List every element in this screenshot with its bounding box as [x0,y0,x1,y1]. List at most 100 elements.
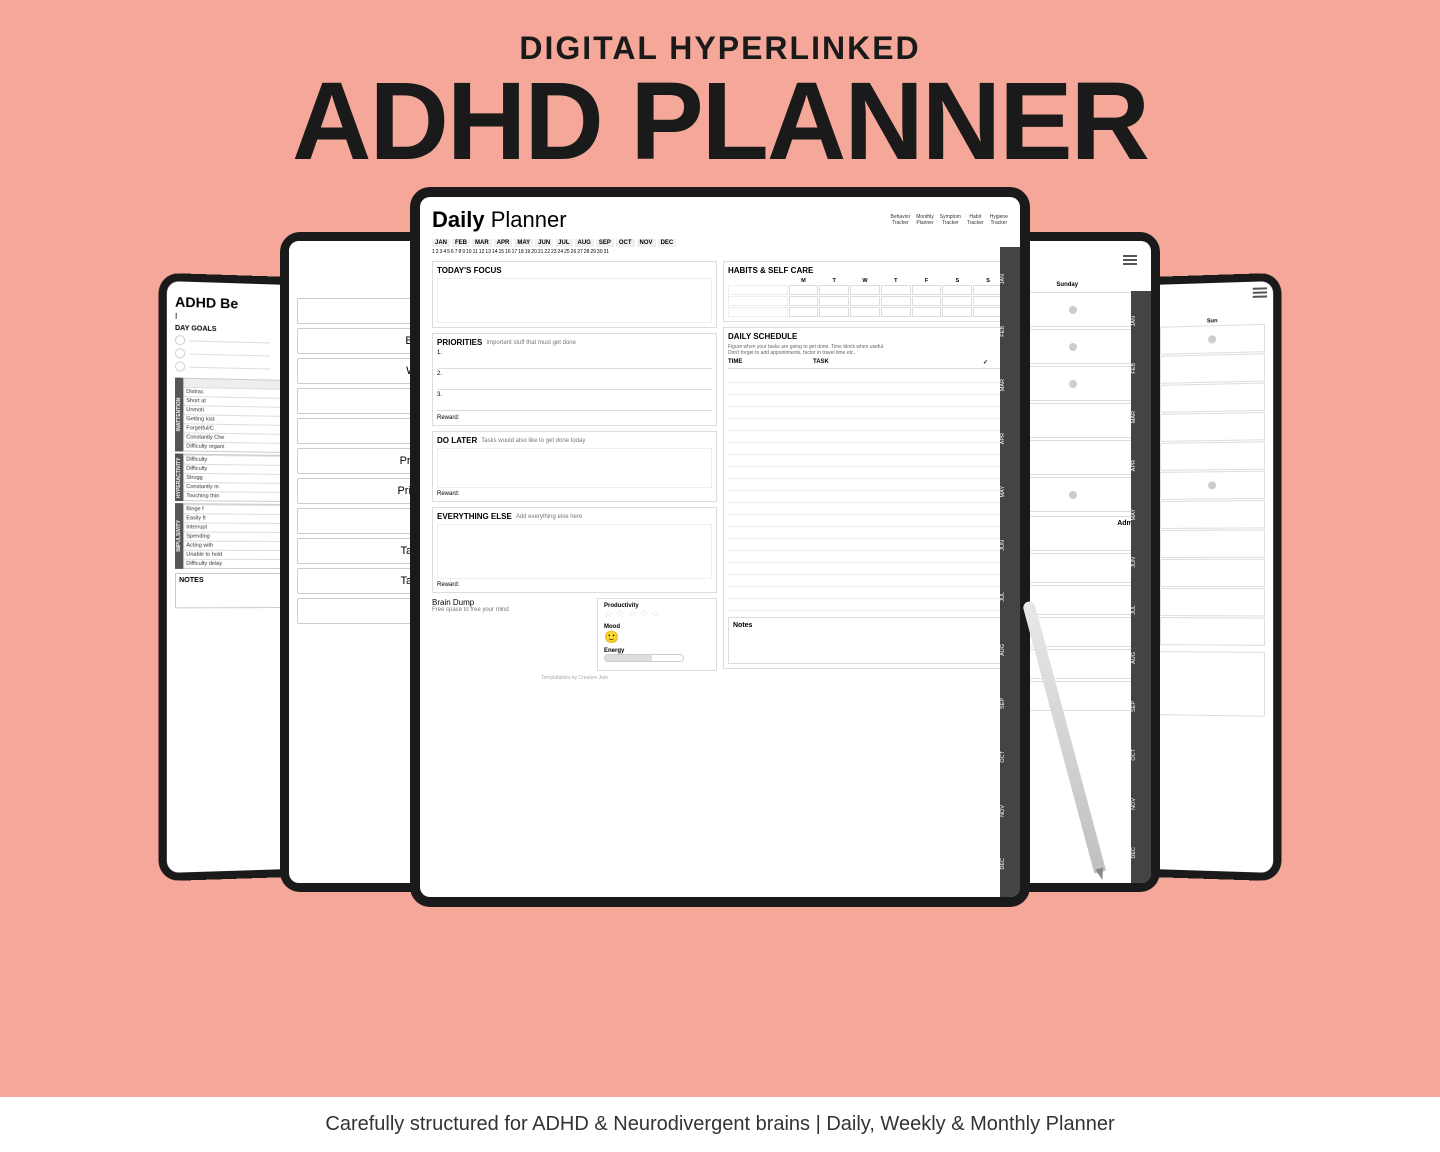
month-nov[interactable]: NOV [637,239,656,247]
r-nov-sun[interactable] [1160,588,1265,616]
sidebar-feb[interactable]: FEB [1000,324,1020,339]
date-25[interactable]: 25 [564,249,570,255]
date-11[interactable]: 11 [473,249,478,255]
schedule-row-17[interactable] [728,563,1003,575]
schedule-row-2[interactable] [728,383,1003,395]
nav-btn-symptom[interactable]: SymptomTracker [940,214,961,226]
do-later-box[interactable] [437,448,712,488]
habit-r2-w[interactable] [850,296,880,306]
priority-line-1[interactable] [437,357,712,369]
schedule-row-5[interactable] [728,419,1003,431]
month-apr[interactable]: APR [494,239,513,247]
month-feb[interactable]: FEB [452,239,470,247]
r-jun-sun[interactable] [1160,441,1265,471]
mrsidebar-apr[interactable]: APR [1131,458,1151,473]
date-19[interactable]: 19 [525,249,531,255]
schedule-row-13[interactable] [728,515,1003,527]
schedule-row-14[interactable] [728,527,1003,539]
sidebar-aug[interactable]: AUG [1000,642,1020,658]
schedule-row-18[interactable] [728,575,1003,587]
r-feb-sun[interactable] [1160,324,1265,355]
mood-icon[interactable]: 🙂 [604,630,710,644]
mrsidebar-oct[interactable]: OCT [1131,747,1151,763]
r-oct-sun[interactable] [1160,559,1265,587]
schedule-row-4[interactable] [728,407,1003,419]
schedule-row-10[interactable] [728,479,1003,491]
schedule-row-9[interactable] [728,467,1003,479]
date-29[interactable]: 29 [590,249,596,255]
date-15[interactable]: 15 [498,249,504,255]
schedule-row-8[interactable] [728,455,1003,467]
mrsidebar-jul[interactable]: JUL [1131,603,1151,617]
date-22[interactable]: 22 [544,249,550,255]
date-28[interactable]: 28 [584,249,590,255]
schedule-row-12[interactable] [728,503,1003,515]
date-21[interactable]: 21 [538,249,544,255]
sidebar-jan[interactable]: JAN [1000,272,1020,286]
mrsidebar-may[interactable]: MAY [1131,507,1151,523]
priority-line-3[interactable] [437,399,712,411]
date-9[interactable]: 9 [462,249,465,255]
mrsidebar-dec[interactable]: DEC [1131,845,1151,861]
nav-btn-habit[interactable]: HabitTracker [967,214,984,226]
habit-r2-s2[interactable] [973,296,1003,306]
date-3[interactable]: 3 [440,249,443,255]
habit-row-3-label[interactable] [728,307,788,317]
habit-r3-s[interactable] [942,307,972,317]
month-jun[interactable]: JUN [535,239,553,247]
date-7[interactable]: 7 [455,249,458,255]
date-24[interactable]: 24 [558,249,564,255]
date-26[interactable]: 26 [571,249,577,255]
sidebar-jul[interactable]: JUL [1000,590,1020,604]
r-dec-sun[interactable] [1160,617,1265,646]
nav-btn-monthly[interactable]: MonthlyPlanner [916,214,934,226]
schedule-row-6[interactable] [728,431,1003,443]
sidebar-jun[interactable]: JUN [1000,538,1020,553]
month-oct[interactable]: OCT [616,239,635,247]
date-30[interactable]: 30 [597,249,603,255]
date-31[interactable]: 31 [603,249,609,255]
r-jul-sun[interactable] [1160,471,1265,500]
habit-r1-t2[interactable] [881,285,911,295]
schedule-row-3[interactable] [728,395,1003,407]
mrsidebar-sep[interactable]: SEP [1131,699,1151,714]
schedule-row-11[interactable] [728,491,1003,503]
date-18[interactable]: 18 [518,249,524,255]
month-jul[interactable]: JUL [555,239,572,247]
month-jan[interactable]: JAN [432,239,450,247]
nav-btn-hygiene[interactable]: HygieneTracker [990,214,1008,226]
sidebar-sep[interactable]: SEP [1000,696,1020,711]
date-23[interactable]: 23 [551,249,557,255]
month-mar[interactable]: MAR [472,239,492,247]
mrsidebar-feb[interactable]: FEB [1131,361,1151,376]
habit-r2-t2[interactable] [881,296,911,306]
date-2[interactable]: 2 [436,249,439,255]
date-10[interactable]: 10 [466,249,472,255]
habit-r2-t[interactable] [819,296,849,306]
habit-r2-f[interactable] [912,296,942,306]
sidebar-nov[interactable]: NOV [1000,803,1020,819]
productivity-stars[interactable]: ☆ ☆ ☆ ☆ ☆ [604,609,710,620]
r-mar-sun[interactable] [1160,353,1265,384]
habit-row-1-label[interactable] [728,285,788,295]
mrsidebar-jan[interactable]: JAN [1131,314,1151,328]
habit-r1-s2[interactable] [973,285,1003,295]
date-8[interactable]: 8 [458,249,461,255]
sidebar-oct[interactable]: OCT [1000,749,1020,765]
date-13[interactable]: 13 [485,249,491,255]
schedule-row-16[interactable] [728,551,1003,563]
habit-r3-w[interactable] [850,307,880,317]
energy-bar[interactable] [604,654,684,662]
habit-r3-s2[interactable] [973,307,1003,317]
r-sep-sun[interactable] [1160,529,1265,558]
date-5[interactable]: 5 [447,249,450,255]
habit-r1-t[interactable] [819,285,849,295]
habit-row-2-label[interactable] [728,296,788,306]
schedule-row-19[interactable] [728,587,1003,599]
habit-r1-m[interactable] [789,285,819,295]
date-20[interactable]: 20 [531,249,537,255]
month-sep[interactable]: SEP [596,239,614,247]
month-dec[interactable]: DEC [658,239,677,247]
date-12[interactable]: 12 [479,249,485,255]
date-27[interactable]: 27 [577,249,583,255]
